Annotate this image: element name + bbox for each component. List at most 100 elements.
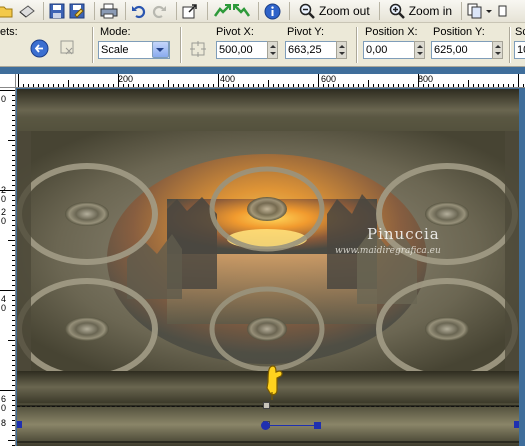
ruler-tick: [23, 84, 24, 87]
open-button[interactable]: [0, 1, 14, 21]
ruler-tick: [12, 420, 15, 421]
copy-dropdown-button[interactable]: [467, 1, 493, 21]
ruler-tick: [178, 84, 179, 87]
ruler-tick: [12, 395, 15, 396]
save-as-button[interactable]: [69, 1, 85, 21]
ruler-tick: [148, 84, 149, 87]
browse-button[interactable]: [18, 1, 35, 21]
ruler-tick: [12, 100, 15, 101]
ruler-label: 800: [418, 74, 434, 84]
undo-button[interactable]: [131, 1, 147, 21]
pivot-crosshair-icon[interactable]: [190, 41, 208, 59]
options-separator: [509, 27, 511, 63]
ruler-tick: [403, 84, 404, 87]
toolbar-separator: [207, 2, 208, 20]
ruler-tick: [338, 84, 339, 87]
ruler-label: 0: [1, 303, 7, 313]
position-y-spinner[interactable]: [492, 41, 503, 59]
ruler-tick: [358, 84, 359, 87]
ruler-tick: [228, 84, 229, 87]
ruler-tick: [283, 84, 284, 87]
mode-dropdown-arrow[interactable]: [152, 41, 169, 58]
ruler-tick: [508, 84, 509, 87]
selection-handle[interactable]: [263, 402, 270, 409]
ruler-tick: [12, 350, 15, 351]
ruler-tick: [12, 95, 15, 96]
ruler-tick: [12, 210, 15, 211]
ruler-tick: [0, 90, 15, 91]
options-separator: [180, 27, 182, 63]
ruler-tick: [12, 185, 15, 186]
selection-handle[interactable]: [514, 421, 519, 428]
ruler-tick: [368, 80, 369, 87]
ruler-tick: [12, 115, 15, 116]
ruler-tick: [12, 270, 15, 271]
print-button[interactable]: [100, 1, 118, 21]
presets-arrow-icon[interactable]: [30, 39, 49, 58]
toolbar-separator: [176, 2, 177, 20]
ruler-tick: [12, 405, 15, 406]
pivot-y-label: Pivot Y:: [287, 26, 325, 38]
ruler-tick: [108, 84, 109, 87]
ruler-tick: [12, 425, 15, 426]
ruler-tick: [163, 84, 164, 87]
ruler-tick: [398, 84, 399, 87]
tool-button-1[interactable]: [213, 1, 231, 21]
position-y-input[interactable]: 625,00: [431, 41, 493, 59]
tool-options-bar: ets: Mode: Scale Pivot X: 500,00 Pivot Y…: [0, 23, 525, 67]
green-arrows-icon: [213, 3, 231, 19]
options-separator: [356, 27, 358, 63]
ruler-tick: [12, 175, 15, 176]
zoom-out-button[interactable]: Zoom out: [295, 1, 374, 21]
ruler-tick: [143, 84, 144, 87]
save-button[interactable]: [49, 1, 65, 21]
ruler-tick: [373, 84, 374, 87]
pivot-y-input[interactable]: 663,25: [285, 41, 337, 59]
reset-icon[interactable]: [60, 40, 78, 57]
rotation-handle[interactable]: [314, 422, 321, 429]
ruler-tick: [263, 84, 264, 87]
selection-handle[interactable]: [17, 421, 22, 428]
position-x-input[interactable]: 0,00: [363, 41, 415, 59]
pivot-x-input[interactable]: 500,00: [216, 41, 268, 59]
ruler-label: 0: [1, 216, 7, 226]
tool-button-2[interactable]: [233, 1, 251, 21]
watermark-name: Pinuccia: [367, 225, 440, 243]
ruler-tick: [393, 84, 394, 87]
ruler-tick: [12, 235, 15, 236]
ruler-tick: [498, 84, 499, 87]
ruler-tick: [33, 84, 34, 87]
ruler-tick: [183, 84, 184, 87]
ruler-tick: [18, 74, 19, 87]
ruler-label: 0: [1, 403, 7, 413]
ruler-tick: [12, 225, 15, 226]
ruler-tick: [12, 285, 15, 286]
ruler-tick: [12, 315, 15, 316]
ruler-tick: [12, 325, 15, 326]
pivot-y-spinner[interactable]: [336, 41, 347, 59]
ruler-tick: [12, 195, 15, 196]
ruler-tick: [12, 380, 15, 381]
ruler-corner: [0, 74, 16, 88]
scale-input[interactable]: 10: [514, 41, 525, 59]
resize-button[interactable]: [182, 1, 198, 21]
zoom-in-button[interactable]: Zoom in: [385, 1, 456, 21]
redo-button[interactable]: [151, 1, 167, 21]
more-button[interactable]: [498, 1, 514, 21]
ruler-tick: [458, 84, 459, 87]
pointer-hand-icon: [266, 365, 283, 400]
position-x-spinner[interactable]: [414, 41, 425, 59]
pivot-handle[interactable]: [261, 421, 270, 430]
ruler-tick: [12, 305, 15, 306]
ruler-tick: [303, 84, 304, 87]
info-button[interactable]: [264, 1, 281, 21]
ruler-tick: [343, 84, 344, 87]
undo-icon: [131, 3, 147, 19]
ruler-tick: [273, 84, 274, 87]
watermark-url: www.maidiregrafica.eu: [335, 246, 441, 256]
ruler-tick: [12, 300, 15, 301]
ruler-tick: [128, 84, 129, 87]
ruler-tick: [268, 80, 269, 87]
image-canvas[interactable]: Pinuccia www.maidiregrafica.eu: [17, 89, 519, 446]
pivot-x-spinner[interactable]: [267, 41, 278, 59]
